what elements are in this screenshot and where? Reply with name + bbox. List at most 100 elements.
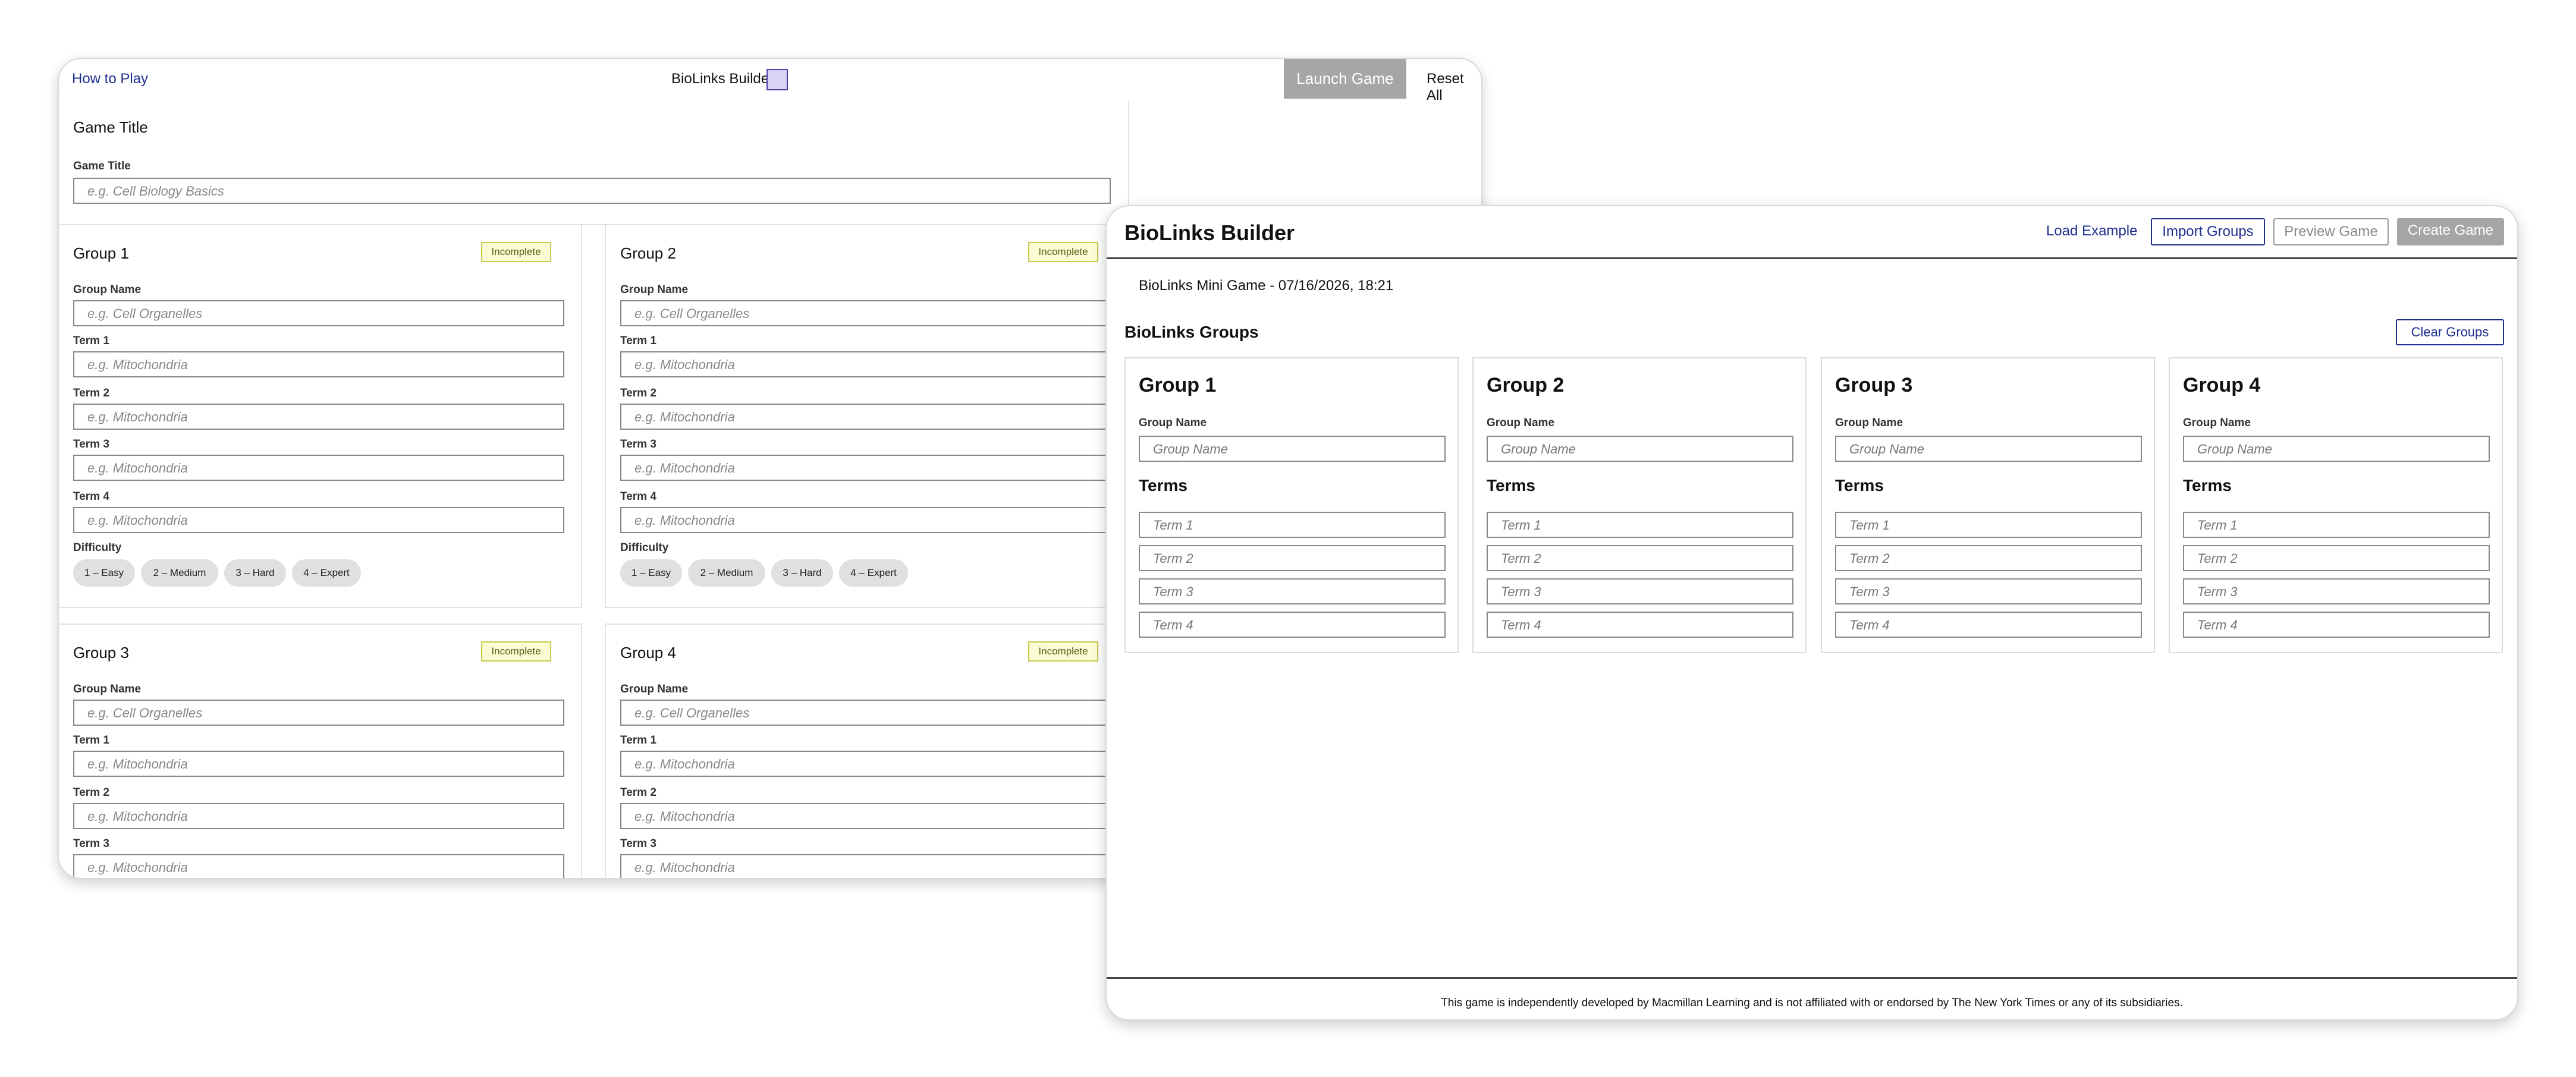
term-4-input[interactable]: Term 4 xyxy=(1835,612,2142,638)
difficulty-medium-pill[interactable]: 2 – Medium xyxy=(141,559,218,587)
difficulty-label: Difficulty xyxy=(73,541,122,554)
game-title-input[interactable]: e.g. Cell Biology Basics xyxy=(73,178,1111,204)
back-group-card-4: Group 4 Incomplete Group Name e.g. Cell … xyxy=(605,623,1140,878)
term-2-input[interactable]: e.g. Mitochondria xyxy=(620,803,1111,829)
load-example-link[interactable]: Load Example xyxy=(2046,223,2137,240)
group-heading: Group 1 xyxy=(1139,374,1217,396)
term-4-label: Term 4 xyxy=(620,490,656,503)
term-1-input[interactable]: e.g. Mitochondria xyxy=(73,351,564,377)
term-3-label: Term 3 xyxy=(73,837,109,850)
term-2-input[interactable]: Term 2 xyxy=(1487,545,1793,571)
terms-heading: Terms xyxy=(1835,476,1884,495)
status-badge: Incomplete xyxy=(1028,641,1098,662)
term-2-input[interactable]: e.g. Mitochondria xyxy=(620,404,1111,430)
term-1-label: Term 1 xyxy=(620,734,656,747)
footer-disclaimer: This game is independently developed by … xyxy=(1441,997,2183,1009)
builder-window-front: BioLinks Builder Load Example Import Gro… xyxy=(1105,205,2518,1021)
term-1-input[interactable]: e.g. Mitochondria xyxy=(73,751,564,777)
game-name-text[interactable]: BioLinks Mini Game - 07/16/2026, 18:21 xyxy=(1139,278,1393,294)
group-name-label: Group Name xyxy=(73,683,142,695)
group-name-input[interactable]: e.g. Cell Organelles xyxy=(620,300,1111,326)
difficulty-expert-pill[interactable]: 4 – Expert xyxy=(839,559,908,587)
term-1-input[interactable]: Term 1 xyxy=(1139,512,1446,538)
create-game-button[interactable]: Create Game xyxy=(2397,218,2504,245)
game-title-heading: Game Title xyxy=(73,118,148,136)
group-name-input[interactable]: Group Name xyxy=(1139,436,1446,462)
group-name-input[interactable]: e.g. Cell Organelles xyxy=(73,300,564,326)
group-heading: Group 1 xyxy=(73,244,129,262)
term-3-label: Term 3 xyxy=(620,438,656,451)
back-window-title: BioLinks Builde xyxy=(671,71,769,87)
term-1-input[interactable]: Term 1 xyxy=(2183,512,2490,538)
clear-groups-button[interactable]: Clear Groups xyxy=(2396,319,2504,345)
how-to-play-link[interactable]: How to Play xyxy=(72,71,148,87)
group-heading: Group 4 xyxy=(2183,374,2261,396)
game-title-card: Game Title Game Title e.g. Cell Biology … xyxy=(59,100,1129,225)
term-4-input[interactable]: e.g. Mitochondria xyxy=(73,507,564,533)
term-3-input[interactable]: e.g. Mitochondria xyxy=(620,854,1111,878)
group-name-label: Group Name xyxy=(73,284,142,296)
term-4-input[interactable]: e.g. Mitochondria xyxy=(620,507,1111,533)
difficulty-hard-pill[interactable]: 3 – Hard xyxy=(224,559,286,587)
term-2-input[interactable]: e.g. Mitochondria xyxy=(73,803,564,829)
term-4-input[interactable]: Term 4 xyxy=(1487,612,1793,638)
term-4-input[interactable]: Term 4 xyxy=(1139,612,1446,638)
status-badge: Incomplete xyxy=(481,641,551,662)
back-group-card-3: Group 3 Incomplete Group Name e.g. Cell … xyxy=(59,623,582,878)
back-group-card-2: Group 2 Incomplete Group Name e.g. Cell … xyxy=(605,224,1140,608)
groups-section-title: BioLinks Groups xyxy=(1124,323,1259,341)
group-card-4: Group 4 Group Name Group Name Terms Term… xyxy=(2169,357,2503,653)
term-1-input[interactable]: e.g. Mitochondria xyxy=(620,351,1111,377)
term-4-input[interactable]: Term 4 xyxy=(2183,612,2490,638)
group-name-input[interactable]: Group Name xyxy=(1835,436,2142,462)
text-cursor-marker xyxy=(766,69,788,90)
difficulty-hard-pill[interactable]: 3 – Hard xyxy=(771,559,833,587)
terms-heading: Terms xyxy=(1139,476,1188,495)
term-2-label: Term 2 xyxy=(73,387,109,399)
preview-game-button[interactable]: Preview Game xyxy=(2273,218,2389,245)
group-name-input[interactable]: e.g. Cell Organelles xyxy=(620,700,1111,726)
term-3-label: Term 3 xyxy=(620,837,656,850)
term-2-label: Term 2 xyxy=(73,786,109,799)
term-1-input[interactable]: e.g. Mitochondria xyxy=(620,751,1111,777)
launch-game-button[interactable]: Launch Game xyxy=(1284,59,1406,99)
group-name-label: Group Name xyxy=(2183,417,2251,429)
footer-divider xyxy=(1107,977,2517,979)
difficulty-expert-pill[interactable]: 4 – Expert xyxy=(292,559,361,587)
term-3-input[interactable]: e.g. Mitochondria xyxy=(73,455,564,481)
difficulty-easy-pill[interactable]: 1 – Easy xyxy=(73,559,135,587)
term-3-input[interactable]: e.g. Mitochondria xyxy=(620,455,1111,481)
difficulty-medium-pill[interactable]: 2 – Medium xyxy=(688,559,765,587)
app-title: BioLinks Builder xyxy=(1124,221,1295,245)
term-2-input[interactable]: Term 2 xyxy=(1835,545,2142,571)
status-badge: Incomplete xyxy=(1028,242,1098,262)
group-name-input[interactable]: Group Name xyxy=(2183,436,2490,462)
group-heading: Group 2 xyxy=(1487,374,1565,396)
term-3-label: Term 3 xyxy=(73,438,109,451)
term-2-input[interactable]: e.g. Mitochondria xyxy=(73,404,564,430)
term-3-input[interactable]: Term 3 xyxy=(1139,578,1446,604)
term-2-input[interactable]: Term 2 xyxy=(1139,545,1446,571)
term-1-label: Term 1 xyxy=(73,335,109,347)
term-1-input[interactable]: Term 1 xyxy=(1835,512,2142,538)
group-card-1: Group 1 Group Name Group Name Terms Term… xyxy=(1124,357,1459,653)
difficulty-easy-pill[interactable]: 1 – Easy xyxy=(620,559,682,587)
group-heading: Group 3 xyxy=(1835,374,1913,396)
difficulty-label: Difficulty xyxy=(620,541,669,554)
term-3-input[interactable]: Term 3 xyxy=(1487,578,1793,604)
group-name-input[interactable]: e.g. Cell Organelles xyxy=(73,700,564,726)
reset-all-button[interactable]: Reset All xyxy=(1427,71,1481,104)
term-1-input[interactable]: Term 1 xyxy=(1487,512,1793,538)
import-groups-button[interactable]: Import Groups xyxy=(2151,218,2265,245)
term-3-input[interactable]: Term 3 xyxy=(2183,578,2490,604)
group-heading: Group 2 xyxy=(620,244,676,262)
group-name-input[interactable]: Group Name xyxy=(1487,436,1793,462)
back-top-bar: How to Play BioLinks Builde Launch Game … xyxy=(59,59,1481,103)
term-3-input[interactable]: Term 3 xyxy=(1835,578,2142,604)
term-2-input[interactable]: Term 2 xyxy=(2183,545,2490,571)
terms-heading: Terms xyxy=(1487,476,1535,495)
header-divider xyxy=(1107,257,2517,259)
group-card-3: Group 3 Group Name Group Name Terms Term… xyxy=(1821,357,2155,653)
back-group-card-1: Group 1 Incomplete Group Name e.g. Cell … xyxy=(59,224,582,608)
term-3-input[interactable]: e.g. Mitochondria xyxy=(73,854,564,878)
